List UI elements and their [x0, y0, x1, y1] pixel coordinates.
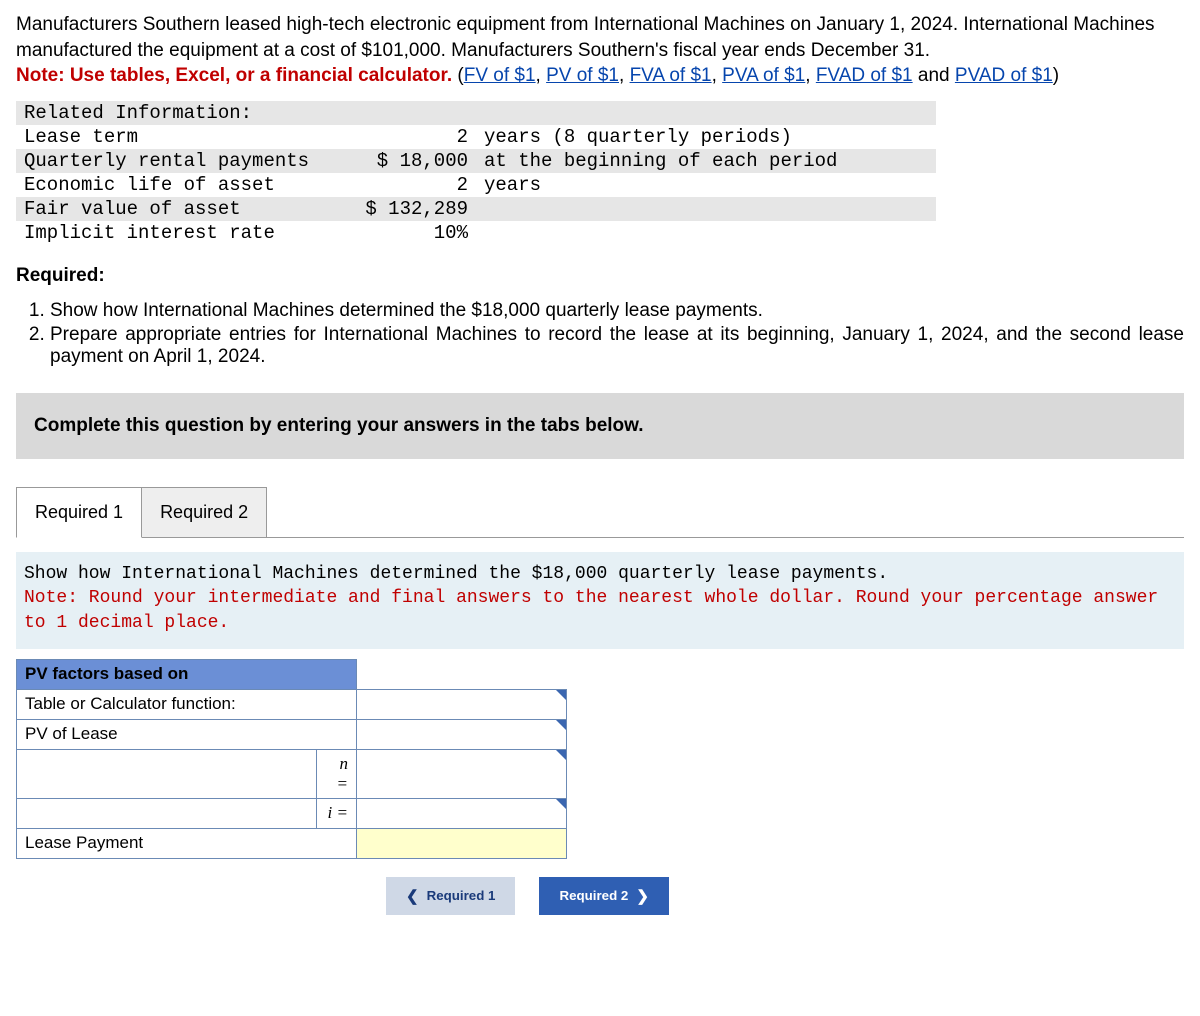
required-heading: Required: [16, 265, 1184, 287]
dropdown-icon [556, 690, 566, 700]
info-note [476, 197, 936, 221]
complete-instruction: Complete this question by entering your … [16, 393, 1184, 459]
prev-button-label: Required 1 [427, 888, 496, 903]
lease-payment-label: Lease Payment [17, 828, 357, 858]
pv-of-lease-input[interactable] [357, 719, 567, 749]
info-note [476, 221, 936, 245]
info-note: at the beginning of each period [476, 149, 936, 173]
info-label: Implicit interest rate [16, 221, 356, 245]
note-use-tables: Note: Use tables, Excel, or a financial … [16, 65, 452, 86]
problem-intro: Manufacturers Southern leased high-tech … [16, 12, 1184, 89]
pv-function-input[interactable] [357, 689, 567, 719]
n-input[interactable] [357, 749, 567, 798]
next-button[interactable]: Required 2 ❯ [539, 877, 668, 915]
info-value: 10% [356, 221, 476, 245]
info-value: 2 [356, 173, 476, 197]
i-input[interactable] [357, 798, 567, 828]
prompt-note: Note: Round your intermediate and final … [24, 586, 1176, 635]
dropdown-icon [556, 750, 566, 760]
info-label: Lease term [16, 125, 356, 149]
pv-blank-label-n [17, 749, 317, 798]
info-value: $ 132,289 [356, 197, 476, 221]
required-item-2: Prepare appropriate entries for Internat… [50, 323, 1184, 369]
tabs-bar: Required 1 Required 2 [16, 487, 1184, 538]
related-info-table: Related Information: Lease term 2 years … [16, 101, 936, 245]
link-pvad-of-1[interactable]: PVAD of $1 [955, 65, 1053, 86]
info-value: $ 18,000 [356, 149, 476, 173]
chevron-right-icon: ❯ [636, 887, 649, 905]
pv-header: PV factors based on [17, 659, 357, 689]
panel-prompt: Show how International Machines determin… [16, 552, 1184, 649]
lease-payment-input[interactable] [357, 828, 567, 858]
pv-of-lease-label: PV of Lease [17, 719, 357, 749]
link-fvad-of-1[interactable]: FVAD of $1 [816, 65, 913, 86]
info-label: Economic life of asset [16, 173, 356, 197]
nav-buttons: ❮ Required 1 Required 2 ❯ [16, 877, 1184, 915]
n-equals-label: n = [317, 749, 357, 798]
tab-panel-required-1: Show how International Machines determin… [16, 537, 1184, 915]
required-item-1: Show how International Machines determin… [50, 299, 1184, 323]
dropdown-icon [556, 720, 566, 730]
link-fv-of-1[interactable]: FV of $1 [464, 65, 536, 86]
info-label: Fair value of asset [16, 197, 356, 221]
link-pva-of-1[interactable]: PVA of $1 [722, 65, 805, 86]
tab-required-1[interactable]: Required 1 [16, 487, 142, 538]
link-pv-of-1[interactable]: PV of $1 [546, 65, 619, 86]
i-equals-label: i = [317, 798, 357, 828]
dropdown-icon [556, 799, 566, 809]
pv-factors-table: PV factors based on Table or Calculator … [16, 659, 567, 859]
chevron-left-icon: ❮ [406, 887, 419, 905]
prev-button[interactable]: ❮ Required 1 [386, 877, 515, 915]
tab-required-2[interactable]: Required 2 [141, 487, 267, 538]
intro-text: Manufacturers Southern leased high-tech … [16, 14, 1155, 61]
info-note: years [476, 173, 936, 197]
prompt-line-1: Show how International Machines determin… [24, 562, 1176, 586]
next-button-label: Required 2 [559, 888, 628, 903]
pv-row-function-label: Table or Calculator function: [17, 689, 357, 719]
link-fva-of-1[interactable]: FVA of $1 [630, 65, 712, 86]
info-label: Quarterly rental payments [16, 149, 356, 173]
info-header: Related Information: [16, 101, 936, 125]
info-value: 2 [356, 125, 476, 149]
pv-blank-label-i [17, 798, 317, 828]
required-list: Show how International Machines determin… [16, 299, 1184, 369]
info-note: years (8 quarterly periods) [476, 125, 936, 149]
